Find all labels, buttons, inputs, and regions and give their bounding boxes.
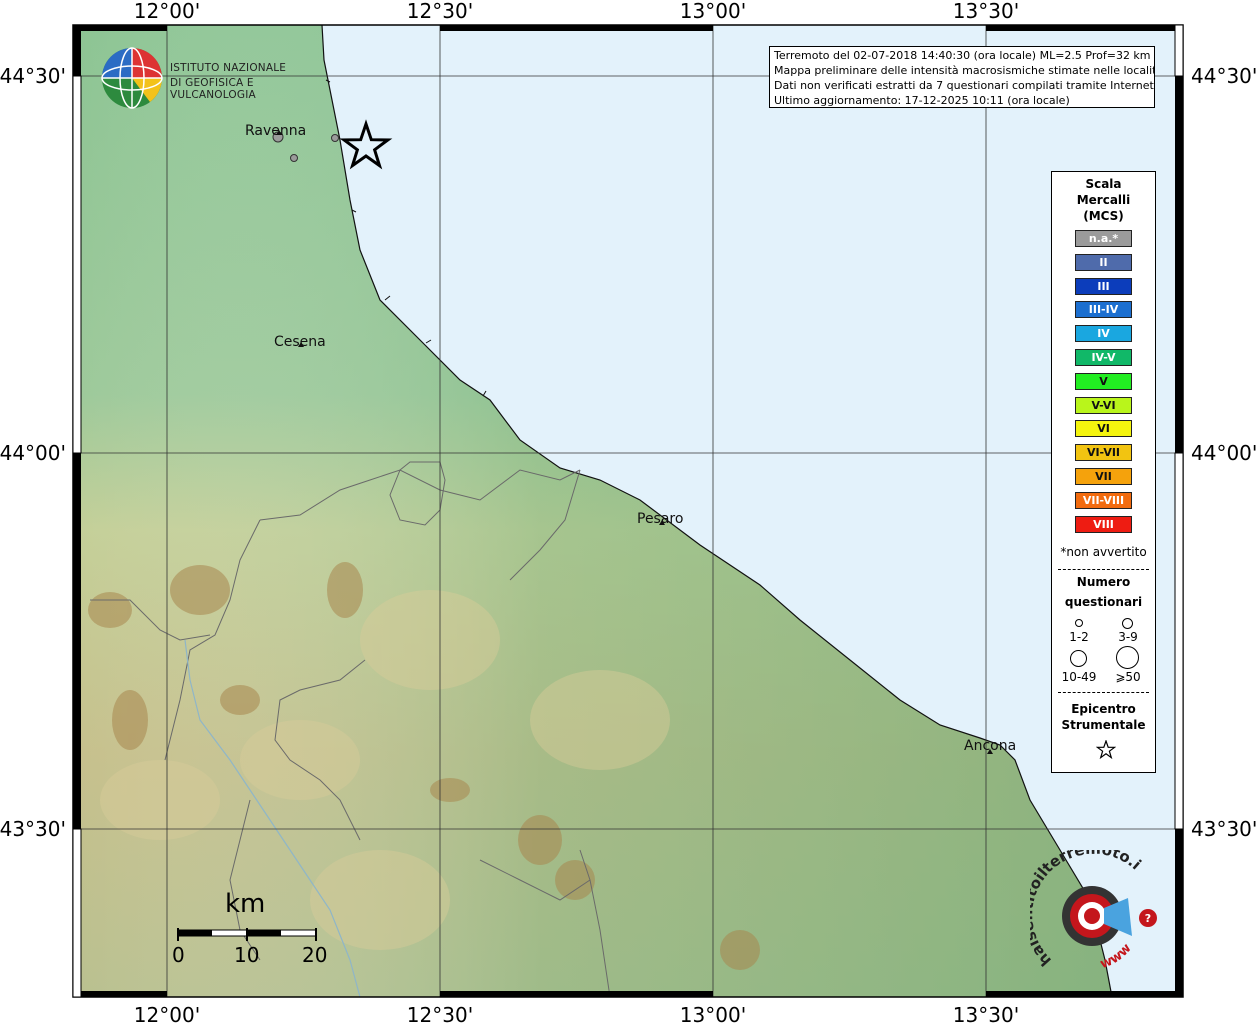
scale-tick: 10 [234, 943, 260, 967]
hsit-logo[interactable]: haisentitoilterremoto.it www ? [1018, 836, 1170, 980]
event-info-box: Terremoto del 02-07-2018 14:40:30 (ora l… [769, 46, 1155, 108]
lat-tick-left: 43°30' [0, 817, 66, 841]
lon-tick-bottom: 13°00' [680, 1003, 746, 1024]
lat-tick-right: 44°30' [1191, 64, 1256, 88]
mcs-scale-row: V-VI [1075, 396, 1132, 414]
count-title: questionari [1064, 595, 1143, 609]
count-title: Numero [1076, 575, 1131, 589]
mcs-scale-row: IV [1075, 325, 1132, 343]
globe-icon [101, 47, 163, 109]
scale-tick: 20 [302, 943, 328, 967]
mcs-scale-row: VI-VII [1075, 444, 1132, 462]
svg-text:?: ? [1145, 912, 1151, 925]
count-label: 10-49 [1061, 670, 1097, 684]
mcs-scale-row: III [1075, 277, 1132, 295]
info-line: Terremoto del 02-07-2018 14:40:30 (ora l… [774, 49, 1151, 62]
lat-tick-right: 43°30' [1191, 817, 1256, 841]
scale-unit: km [225, 889, 266, 919]
ingv-logo: ISTITUTO NAZIONALE DI GEOFISICA E VULCAN… [96, 44, 326, 114]
intensity-point [331, 134, 339, 142]
epicenter-title: Epicentro [1071, 702, 1136, 716]
svg-text:www: www [1098, 941, 1134, 972]
legend-note: *non avvertito [1060, 545, 1147, 559]
lon-tick-top: 13°00' [680, 0, 746, 23]
count-label: 1-2 [1069, 630, 1089, 644]
lat-tick-left: 44°00' [0, 441, 66, 465]
scale-tick: 0 [172, 943, 185, 967]
scale-bar: km 0 10 20 [170, 885, 340, 975]
legend-title: Mercalli [1076, 193, 1131, 207]
legend-title: (MCS) [1083, 209, 1124, 223]
count-circle-large [1070, 650, 1087, 667]
mcs-scale-row: VII [1075, 468, 1132, 485]
count-circle-small [1075, 619, 1083, 627]
count-label: 3-9 [1118, 630, 1138, 644]
lon-tick-bottom: 12°30' [407, 1003, 473, 1024]
city-label-ancona: Ancona [964, 738, 1016, 754]
city-label-ravenna: Ravenna [245, 123, 306, 139]
mcs-scale-row: V [1075, 372, 1132, 390]
lat-tick-right: 44°00' [1191, 441, 1256, 465]
lon-tick-top: 12°30' [407, 0, 473, 23]
mcs-scale-row: IV-V [1075, 349, 1132, 366]
lon-tick-bottom: 13°30' [953, 1003, 1019, 1024]
city-label-cesena: Cesena [274, 334, 326, 350]
info-line: Dati non verificati estratti da 7 questi… [774, 79, 1155, 92]
mcs-scale-row: II [1075, 253, 1132, 271]
epicenter-title: Strumentale [1061, 718, 1146, 732]
city-label-pesaro: Pesaro [637, 511, 683, 527]
mcs-scale-row: n.a.* [1075, 230, 1132, 247]
info-line: Mappa preliminare delle intensità macros… [774, 64, 1155, 77]
lat-tick-left: 44°30' [0, 64, 66, 88]
mcs-scale-row: VIII [1075, 515, 1132, 533]
legend-panel: Scala Mercalli (MCS) n.a.* II III III-IV IV I… [1051, 171, 1156, 773]
count-circle-medium [1122, 618, 1133, 629]
logo-line-2: DI GEOFISICA E VULCANOLOGIA [170, 77, 256, 101]
legend-title: Scala [1085, 177, 1122, 191]
logo-line-1: ISTITUTO NAZIONALE [170, 62, 287, 74]
count-label: ⩾50 [1115, 670, 1141, 684]
lon-tick-top: 13°30' [953, 0, 1019, 23]
mcs-scale-row: VI [1075, 420, 1132, 438]
mcs-scale-row: III-IV [1075, 301, 1132, 319]
intensity-point [290, 154, 298, 162]
lon-tick-top: 12°00' [134, 0, 200, 23]
star-icon [1096, 740, 1116, 760]
count-circle-xlarge [1116, 646, 1139, 669]
info-line: Ultimo aggiornamento: 17-12-2025 10:11 (… [774, 94, 1070, 107]
mcs-scale-row: VII-VIII [1075, 491, 1132, 509]
hsit-www: www [1098, 941, 1134, 972]
lon-tick-bottom: 12°00' [134, 1003, 200, 1024]
